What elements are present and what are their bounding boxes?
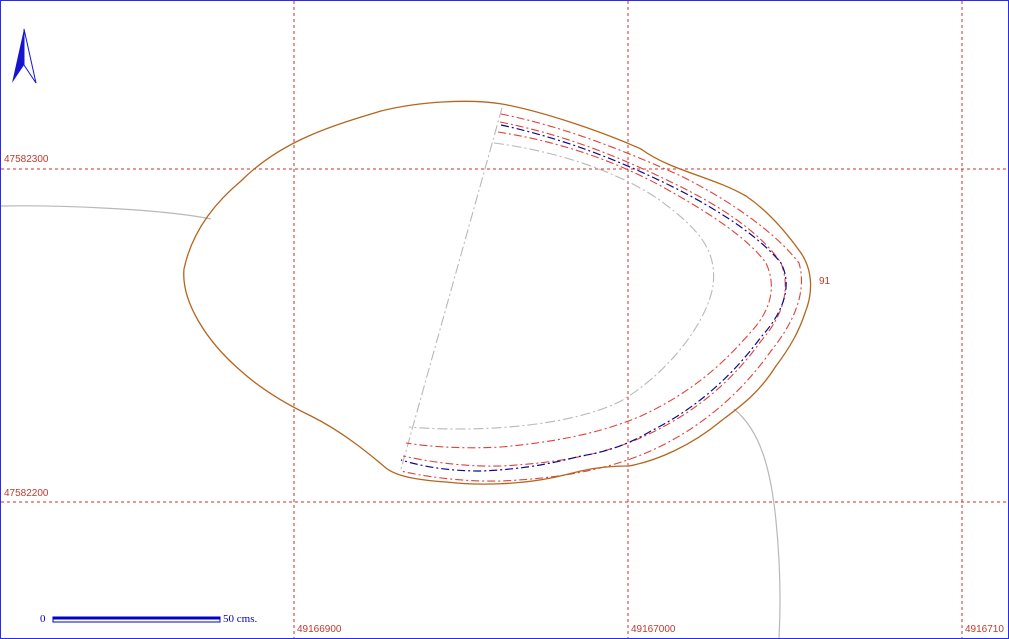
path-southeast [733,408,781,638]
grid-label-y-1: 47582300 [4,154,49,165]
path-west [1,205,212,220]
grid-label-x-1: 49166900 [297,624,342,635]
contour-outline [183,100,812,485]
scale-end-label: 50 cms. [223,613,258,625]
center-line [400,124,787,472]
diagonal-divider [400,107,503,470]
grid-label-y-2: 47582200 [4,488,49,499]
path-lines [1,205,781,638]
grid-label-x-2: 49167000 [631,624,676,635]
scale-bar [52,616,221,623]
scale-start-label: 0 [40,613,46,625]
north-arrow-icon [12,28,37,84]
offset-line-middle [402,121,786,467]
contour-label: 91 [819,276,831,287]
offset-line-inner [405,131,772,449]
interior-dashed-lines [400,107,715,470]
map-canvas[interactable]: 49166900 49167000 4916710 47582300 47582… [0,0,1009,639]
inner-offset-line [408,142,715,430]
map-drawing [1,1,1008,638]
scale-bar-fill [53,617,220,620]
grid-label-x-3: 4916710 [965,624,1004,635]
coordinate-grid [1,1,1008,638]
